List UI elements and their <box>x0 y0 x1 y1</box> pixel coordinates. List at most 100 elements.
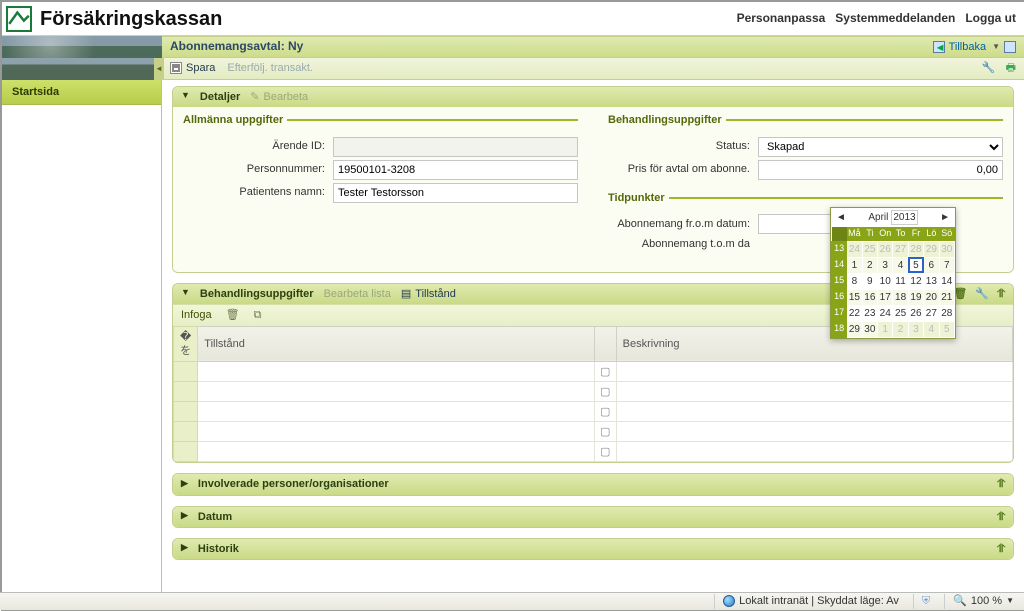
print-icon[interactable]: 🖶 <box>1006 61 1016 75</box>
nav-home[interactable]: Startsida <box>2 80 161 105</box>
col-tillstand[interactable]: Tillstånd <box>198 326 594 362</box>
col-handle[interactable]: �を <box>174 326 198 362</box>
calendar-day[interactable]: 29 <box>924 241 939 257</box>
wrench-icon[interactable]: 🔧 <box>975 287 989 301</box>
cell-beskrivning[interactable] <box>617 422 1012 441</box>
settings-icon[interactable]: 🔧 <box>982 61 996 75</box>
calendar-day[interactable]: 26 <box>878 241 893 257</box>
calendar-prev-icon[interactable]: ◄ <box>834 211 848 224</box>
calendar-day[interactable]: 8 <box>847 273 862 289</box>
edit-list[interactable]: Bearbeta lista <box>324 287 391 301</box>
row-handle[interactable] <box>174 402 198 422</box>
calendar-day[interactable]: 14 <box>939 273 954 289</box>
calendar-day[interactable]: 17 <box>878 289 893 305</box>
calendar-day[interactable]: 6 <box>924 257 939 273</box>
zoom-icon[interactable]: 🔍 <box>953 594 967 608</box>
cell-tillstand[interactable] <box>198 402 593 421</box>
calendar-day[interactable]: 29 <box>847 321 862 337</box>
calendar-day[interactable]: 15 <box>847 289 862 305</box>
row-handle[interactable] <box>174 362 198 382</box>
calendar-day[interactable]: 27 <box>924 305 939 321</box>
input-patient-name[interactable] <box>333 183 578 203</box>
calendar-day[interactable]: 23 <box>862 305 877 321</box>
zoom-dropdown-icon[interactable]: ▼ <box>1006 596 1014 606</box>
calendar-day[interactable]: 2 <box>862 257 877 273</box>
collapse-icon[interactable]: ⥣ <box>997 477 1005 491</box>
calendar-day[interactable]: 3 <box>878 257 893 273</box>
calendar-day[interactable]: 2 <box>893 321 908 337</box>
calendar-day[interactable]: 4 <box>893 257 908 273</box>
calendar-day[interactable]: 28 <box>939 305 954 321</box>
calendar-day[interactable]: 22 <box>847 305 862 321</box>
cell-beskrivning[interactable] <box>617 382 1012 401</box>
row-handle[interactable] <box>174 442 198 462</box>
input-case-id[interactable] <box>333 137 578 157</box>
calendar-next-icon[interactable]: ► <box>938 211 952 224</box>
cell-expand-icon[interactable]: ▢ <box>594 382 616 402</box>
caret-down-icon[interactable]: ▼ <box>181 90 190 102</box>
calendar-day[interactable]: 24 <box>878 305 893 321</box>
back-button[interactable]: ◄ Tillbaka ▼ <box>933 40 1016 54</box>
collapse-icon[interactable]: ⥣ <box>997 510 1005 524</box>
cell-expand-icon[interactable]: ▢ <box>594 442 616 462</box>
calendar-day[interactable]: 10 <box>878 273 893 289</box>
link-logout[interactable]: Logga ut <box>965 11 1016 27</box>
calendar-day[interactable]: 30 <box>939 241 954 257</box>
calendar-year[interactable]: 2013 <box>891 210 917 225</box>
calendar-day[interactable]: 5 <box>908 257 923 273</box>
save-button[interactable]: Spara <box>170 61 215 75</box>
calendar-month[interactable]: April <box>868 211 888 224</box>
cell-expand-icon[interactable]: ▢ <box>594 362 616 382</box>
calendar-day[interactable]: 25 <box>862 241 877 257</box>
calendar-day[interactable]: 4 <box>924 321 939 337</box>
tab-tillstand[interactable]: ▤ Tillstånd <box>401 287 456 301</box>
calendar-day[interactable]: 1 <box>878 321 893 337</box>
insert-copy-icon[interactable]: ⧉ <box>254 308 262 322</box>
caret-right-icon[interactable]: ▶ <box>181 478 188 490</box>
calendar-day[interactable]: 3 <box>908 321 923 337</box>
calendar-day[interactable]: 24 <box>847 241 862 257</box>
collapse-icon[interactable]: ⥣ <box>997 287 1005 301</box>
link-system-messages[interactable]: Systemmeddelanden <box>835 11 955 27</box>
collapse-icon[interactable]: ⥣ <box>997 542 1005 556</box>
calendar-day[interactable]: 9 <box>862 273 877 289</box>
calendar-day[interactable]: 12 <box>908 273 923 289</box>
cell-tillstand[interactable] <box>198 382 593 401</box>
panel-details-edit[interactable]: ✎ Bearbeta <box>250 90 308 104</box>
sidebar-collapse-handle[interactable] <box>154 58 164 80</box>
cell-beskrivning[interactable] <box>617 402 1012 421</box>
calendar-day[interactable]: 19 <box>908 289 923 305</box>
caret-right-icon[interactable]: ▶ <box>181 510 188 522</box>
insert-trash-icon[interactable]: 🗑 <box>226 308 240 322</box>
cell-expand-icon[interactable]: ▢ <box>594 402 616 422</box>
calendar-day[interactable]: 11 <box>893 273 908 289</box>
cell-tillstand[interactable] <box>198 442 593 461</box>
cell-beskrivning[interactable] <box>617 442 1012 461</box>
cell-expand-icon[interactable]: ▢ <box>594 422 616 442</box>
calendar-day[interactable]: 20 <box>924 289 939 305</box>
toolbar-extra-icon[interactable] <box>1004 41 1016 53</box>
calendar-day[interactable]: 26 <box>908 305 923 321</box>
calendar-day[interactable]: 1 <box>847 257 862 273</box>
calendar-day[interactable]: 30 <box>862 321 877 337</box>
input-price[interactable] <box>758 160 1003 180</box>
calendar-day[interactable]: 13 <box>924 273 939 289</box>
cell-tillstand[interactable] <box>198 422 593 441</box>
calendar-day[interactable]: 21 <box>939 289 954 305</box>
row-handle[interactable] <box>174 382 198 402</box>
cell-tillstand[interactable] <box>198 362 593 381</box>
calendar-day[interactable]: 18 <box>893 289 908 305</box>
calendar-day[interactable]: 5 <box>939 321 954 337</box>
calendar-day[interactable]: 25 <box>893 305 908 321</box>
link-personalize[interactable]: Personanpassa <box>737 11 826 27</box>
caret-right-icon[interactable]: ▶ <box>181 542 188 554</box>
calendar-day[interactable]: 28 <box>908 241 923 257</box>
select-status[interactable]: Skapad <box>758 137 1003 157</box>
input-personnr[interactable] <box>333 160 578 180</box>
caret-down-icon[interactable]: ▼ <box>181 287 190 299</box>
calendar-day[interactable]: 7 <box>939 257 954 273</box>
row-handle[interactable] <box>174 422 198 442</box>
back-dropdown-icon[interactable]: ▼ <box>992 42 1000 52</box>
cell-beskrivning[interactable] <box>617 362 1012 381</box>
calendar-day[interactable]: 16 <box>862 289 877 305</box>
